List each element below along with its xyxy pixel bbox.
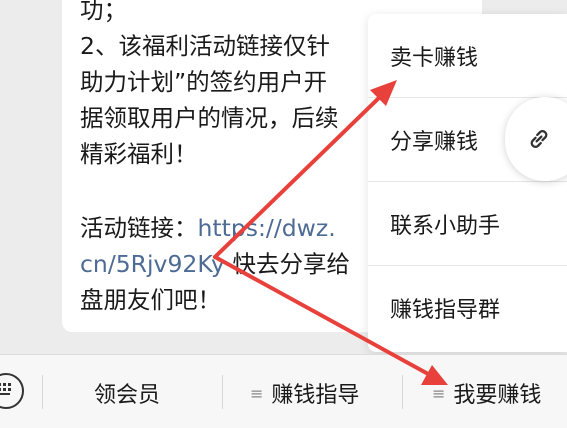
keyboard-icon [0, 383, 11, 395]
menu-item-contact-assistant[interactable]: 联系小助手 [368, 182, 567, 266]
message-line: 精彩福利！ [80, 140, 198, 168]
menu-item-label: 赚钱指导群 [390, 298, 501, 323]
divider [42, 375, 43, 409]
tab-i-want-to-earn[interactable]: ≡ 我要赚钱 [432, 373, 541, 413]
message-line: 2、该福利活动链接仅针 [80, 32, 330, 60]
menu-item-sell-card[interactable]: 卖卡赚钱 [368, 14, 567, 98]
message-line: 助力计划”的签约用户开 [80, 68, 328, 96]
tab-label: 领会员 [94, 383, 161, 408]
menu-item-label: 卖卡赚钱 [390, 46, 479, 71]
keyboard-toggle-button[interactable] [0, 373, 24, 409]
tab-earning-guide[interactable]: ≡ 赚钱指导 [250, 373, 359, 413]
tab-label: 我要赚钱 [453, 383, 542, 408]
activity-link[interactable]: https://dwz. [198, 214, 336, 242]
bottom-menu-bar: 领会员 ≡ 赚钱指导 ≡ 我要赚钱 [0, 354, 567, 428]
popup-menu: 卖卡赚钱 分享赚钱 联系小助手 赚钱指导群 [368, 14, 567, 352]
menu-item-label: 联系小助手 [390, 214, 501, 239]
menu-item-label: 分享赚钱 [390, 130, 479, 155]
menu-item-guide-group[interactable]: 赚钱指导群 [368, 266, 567, 350]
message-line: 功； [80, 0, 127, 24]
tab-label: 赚钱指导 [271, 383, 360, 408]
link-label: 活动链接： [80, 214, 198, 242]
link-icon [530, 130, 548, 148]
after-link-text: 快去分享给 [232, 250, 350, 278]
menu-lines-icon: ≡ [250, 383, 264, 403]
activity-link-cont[interactable]: cn/5Rjv92Ky [80, 250, 225, 278]
message-line: 盘朋友们吧！ [80, 286, 221, 314]
divider [222, 375, 223, 409]
divider [402, 375, 403, 409]
message-line: 活动链接：https://dwz. [80, 210, 336, 246]
message-line: cn/5Rjv92Ky 快去分享给 [80, 246, 350, 282]
tab-get-membership[interactable]: 领会员 [94, 373, 160, 413]
menu-lines-icon: ≡ [432, 383, 446, 403]
message-line: 据领取用户的情况，后续 [80, 104, 339, 132]
